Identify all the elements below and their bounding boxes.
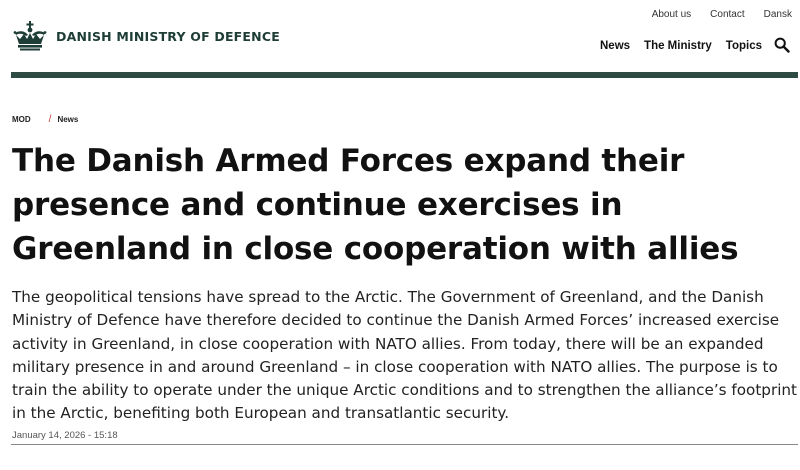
content-divider xyxy=(11,444,798,445)
about-us-link[interactable]: About us xyxy=(652,9,691,20)
contact-link[interactable]: Contact xyxy=(710,9,744,20)
search-icon[interactable] xyxy=(774,37,790,53)
crown-icon xyxy=(12,21,48,51)
utility-nav: About us Contact Dansk xyxy=(652,9,792,20)
logo-text: DANISH MINISTRY OF DEFENCE xyxy=(56,28,280,44)
main-nav: News The Ministry Topics xyxy=(600,40,762,52)
nav-item-news[interactable]: News xyxy=(600,40,630,52)
site-logo[interactable]: DANISH MINISTRY OF DEFENCE xyxy=(12,21,280,51)
nav-item-topics[interactable]: Topics xyxy=(726,40,762,52)
breadcrumb: MOD / News xyxy=(12,114,78,125)
breadcrumb-separator: / xyxy=(48,114,52,125)
breadcrumb-item-news[interactable]: News xyxy=(57,115,78,124)
page-title: The Danish Armed Forces expand their pre… xyxy=(12,143,739,267)
article-timestamp: January 14, 2026 - 15:18 xyxy=(12,430,118,441)
nav-item-the-ministry[interactable]: The Ministry xyxy=(644,40,712,52)
header-divider xyxy=(11,72,798,78)
breadcrumb-item-mod[interactable]: MOD xyxy=(12,115,31,124)
language-link[interactable]: Dansk xyxy=(764,9,792,20)
article-lead: The geopolitical tensions have spread to… xyxy=(12,288,797,423)
